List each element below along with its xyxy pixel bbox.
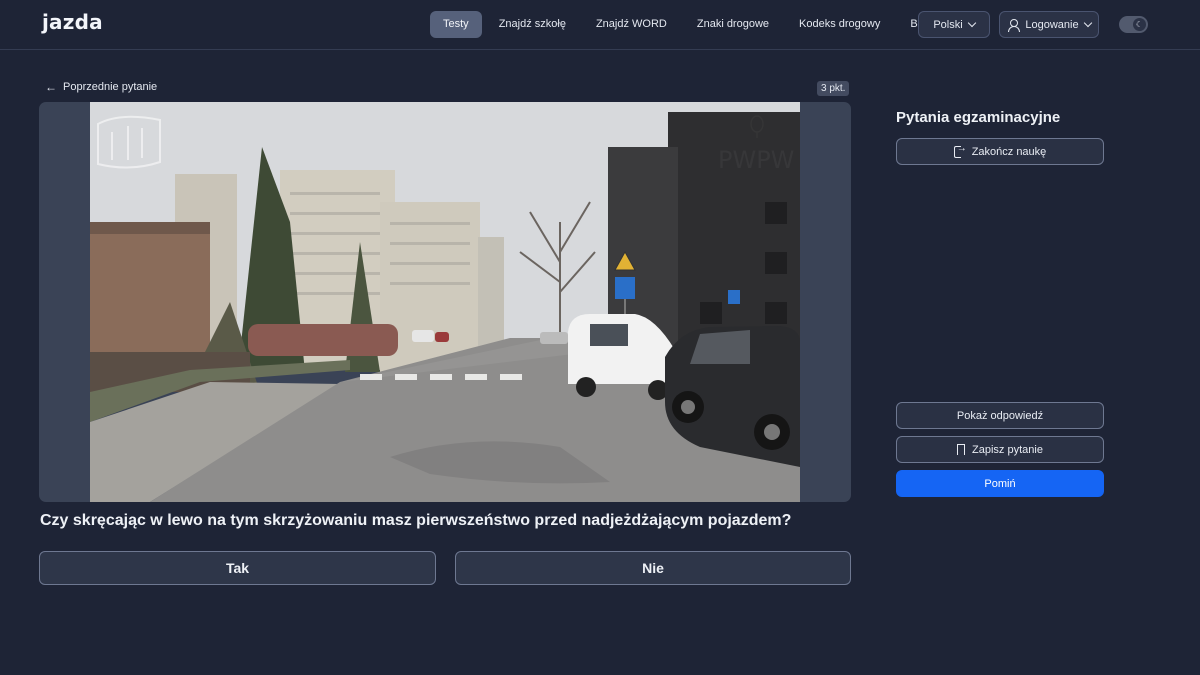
- logo-text: jazda: [42, 10, 103, 34]
- language-label: Polski: [933, 18, 963, 31]
- answer-yes-button[interactable]: Tak: [39, 551, 436, 585]
- question-media: PWPW: [39, 102, 851, 502]
- previous-question-label: Poprzednie pytanie: [63, 81, 158, 93]
- skip-button[interactable]: Pomiń: [896, 470, 1104, 497]
- chevron-down-icon: [967, 18, 976, 28]
- nav-item-find-school[interactable]: Znajdź szkołę: [486, 11, 579, 38]
- chevron-down-icon: [1083, 18, 1092, 28]
- language-select[interactable]: Polski: [918, 11, 990, 38]
- nav-item-road-code[interactable]: Kodeks drogowy: [786, 11, 893, 38]
- exit-icon: [953, 143, 967, 158]
- save-question-label: Zapisz pytanie: [972, 443, 1043, 456]
- question-text: Czy skręcając w lewo na tym skrzyżowaniu…: [40, 512, 792, 529]
- end-learning-label: Zakończ naukę: [971, 145, 1047, 158]
- answer-no-button[interactable]: Nie: [455, 551, 851, 585]
- arrow-left-icon: ←: [45, 80, 57, 94]
- bookmark-icon: [957, 444, 966, 456]
- logo[interactable]: jazda: [42, 10, 103, 34]
- previous-question-link[interactable]: ← Poprzednie pytanie: [45, 81, 157, 93]
- login-label: Logowanie: [1025, 18, 1079, 31]
- main-nav: Testy Znajdź szkołę Znajdź WORD Znaki dr…: [430, 11, 945, 38]
- show-answer-label: Pokaż odpowiedź: [956, 409, 1044, 422]
- nav-item-testy[interactable]: Testy: [430, 11, 482, 38]
- save-question-button[interactable]: Zapisz pytanie: [896, 436, 1104, 463]
- nav-item-find-word[interactable]: Znajdź WORD: [583, 11, 680, 38]
- show-answer-button[interactable]: Pokaż odpowiedź: [896, 402, 1104, 429]
- login-button[interactable]: Logowanie: [999, 11, 1099, 38]
- skip-label: Pomiń: [984, 477, 1016, 490]
- media-watermark: PWPW: [718, 146, 794, 174]
- moon-icon: ☾: [1133, 18, 1146, 31]
- user-icon: [1007, 18, 1021, 32]
- end-learning-button[interactable]: Zakończ naukę: [896, 138, 1104, 165]
- nav-item-road-signs[interactable]: Znaki drogowe: [684, 11, 782, 38]
- theme-toggle[interactable]: ☾: [1119, 16, 1148, 33]
- points-badge: 3 pkt.: [817, 81, 850, 96]
- road-scene-image: PWPW: [90, 102, 800, 502]
- top-navbar: jazda Testy Znajdź szkołę Znajdź WORD Zn…: [0, 0, 1200, 50]
- sidebar-title: Pytania egzaminacyjne: [896, 109, 1061, 126]
